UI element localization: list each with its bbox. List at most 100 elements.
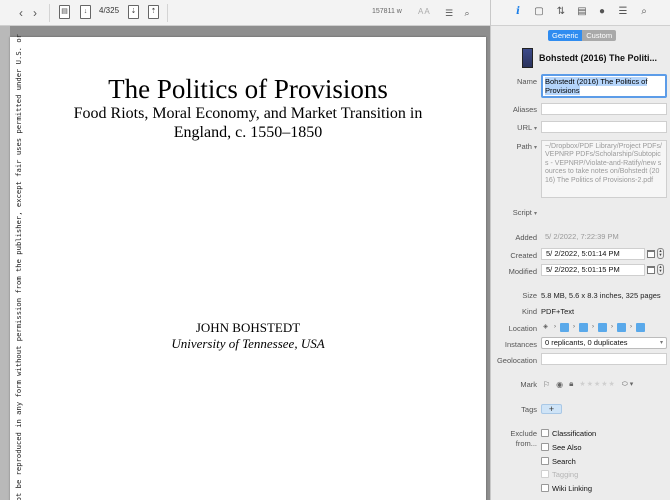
url-field[interactable] [541,121,667,133]
chevron-right-icon: › [611,324,613,330]
path-field[interactable]: ~/Dropbox/PDF Library/Project PDFs/VEPNR… [541,140,667,198]
inspector-toolbar: i ▢ ⇅ ▤ ● ☰ ⌕ [491,0,670,26]
url-label[interactable]: URL ▾ [517,123,537,132]
page-indicator: 4/325 [99,6,120,15]
checkbox[interactable] [541,484,549,492]
exclude-from-label: Exclude from... [510,429,537,448]
script-label[interactable]: Script ▾ [513,208,537,217]
created-field[interactable]: 5/ 2/2022, 5:01:14 PM [541,248,645,260]
back-button[interactable]: ‹ [16,5,26,21]
modified-field[interactable]: 5/ 2/2022, 5:01:15 PM [541,264,645,276]
search-icon[interactable]: ⌕ [637,5,651,19]
forward-button[interactable]: › [30,5,40,21]
calendar-icon[interactable] [647,266,655,274]
folder-icon[interactable] [598,323,607,332]
exclude-see-also-checkbox[interactable]: See Also [541,442,582,452]
checkbox-label: See Also [552,442,582,452]
star-icon[interactable]: ★ [601,380,607,388]
toolbar-divider [49,4,50,22]
name-field[interactable]: Bohstedt (2016) The Politics of Provisio… [541,74,667,98]
chevron-down-icon: ▾ [533,211,537,217]
label-color-dropdown[interactable]: ⬭ ▾ [622,380,633,389]
checkbox[interactable] [541,443,549,451]
exclude-tagging-checkbox: Tagging [541,469,578,479]
document-icon[interactable]: ▤ [575,5,589,19]
chevron-right-icon: › [630,324,632,330]
name-label: Name [516,77,537,86]
document-thumbnail [522,48,533,68]
document-viewer: ‹ › ▤ ↓ 4/325 ⇣ ⇡ 157811 w AA ☰ ⌕ May no… [0,0,490,500]
generic-segment[interactable]: Generic [548,30,583,41]
page-icon[interactable]: ↓ [80,5,91,19]
modified-label: Modified [508,267,537,276]
chevron-right-icon: › [592,324,594,330]
text-size-control[interactable]: AA [418,7,431,16]
book-subtitle: England, c. 1550–1850 [173,124,323,141]
stepper-icon[interactable]: ▲ ▼ [657,248,664,259]
added-label: Added [515,233,537,242]
chevron-right-icon: › [554,324,556,330]
book-title: The Politics of Provisions [108,74,388,104]
exclude-classification-checkbox[interactable]: Classification [541,428,596,438]
location-label: Location [508,324,537,333]
book-author: JOHN BOHSTEDT [195,320,301,335]
custom-segment[interactable]: Custom [582,30,617,41]
document-page: May not be reproduced in any form withou… [10,34,486,500]
instances-value: 0 replicants, 0 duplicates [545,338,628,347]
flag-icon[interactable]: ⚐ [543,380,550,389]
list-icon[interactable]: ☰ [444,5,454,21]
annotation-icon[interactable]: ● [595,5,609,19]
page-up-icon[interactable]: ⇡ [148,5,159,19]
app-window: ‹ › ▤ ↓ 4/325 ⇣ ⇡ 157811 w AA ☰ ⌕ May no… [0,0,670,500]
geolocation-field[interactable] [541,353,667,365]
search-icon[interactable]: ⌕ [462,5,472,21]
calendar-icon[interactable] [647,250,655,258]
document-icon[interactable]: ▤ [59,5,70,19]
checkbox [541,470,549,478]
star-icon[interactable]: ★ [579,380,585,388]
folder-icon[interactable] [579,323,588,332]
added-value: 5/ 2/2022, 7:22:39 PM [545,232,619,241]
star-icon[interactable]: ★ [587,380,593,388]
geolocation-label: Geolocation [496,356,537,365]
comment-icon[interactable]: ▢ [532,5,546,19]
folder-icon[interactable] [560,323,569,332]
book-subtitle: Food Riots, Moral Economy, and Market Tr… [73,105,423,122]
size-label: Size [522,291,537,300]
chevron-down-icon: ▾ [533,126,537,132]
instances-label: Instances [504,340,537,349]
unread-icon[interactable]: ◉ [556,380,563,389]
mark-label: Mark [520,380,537,389]
add-tag-button[interactable]: + [541,404,562,414]
lock-icon[interactable]: 🔒︎ [569,379,573,389]
checkbox-label: Wiki Linking [552,483,593,493]
checkbox[interactable] [541,429,549,437]
aliases-field[interactable] [541,103,667,115]
exclude-wiki-linking-checkbox[interactable]: Wiki Linking [541,483,592,493]
location-path-bar: ◈ › › › › › [541,322,647,333]
tags-label: Tags [521,405,537,414]
path-label-text: Path [516,142,532,151]
download-icon[interactable]: ⇣ [128,5,139,19]
inspector-title: Bohstedt (2016) The Politi... [539,53,658,63]
aliases-label: Aliases [512,105,537,114]
checkbox[interactable] [541,457,549,465]
folder-icon[interactable] [636,323,645,332]
star-icon[interactable]: ★ [609,380,615,388]
stepper-icon[interactable]: ▲ ▼ [657,264,664,275]
folder-icon[interactable] [617,323,626,332]
name-value: Bohstedt (2016) The Politics of Provisio… [545,77,648,95]
list-icon[interactable]: ☰ [616,5,630,19]
generic-custom-switch: Generic Custom [548,30,617,41]
inspector-panel: i ▢ ⇅ ▤ ● ☰ ⌕ Generic Custom Bohstedt (2… [490,0,670,500]
chevron-right-icon: › [573,324,575,330]
database-icon[interactable]: ◈ [541,323,550,332]
instances-dropdown[interactable]: 0 replicants, 0 duplicates ▾ [541,337,667,349]
path-label[interactable]: Path ▾ [516,142,537,151]
exclude-search-checkbox[interactable]: Search [541,456,576,466]
info-icon[interactable]: i [511,5,525,19]
adjacent-window-strip [0,26,10,500]
checkbox-label: Classification [552,428,597,438]
links-icon[interactable]: ⇅ [554,5,568,19]
star-icon[interactable]: ★ [594,380,600,388]
